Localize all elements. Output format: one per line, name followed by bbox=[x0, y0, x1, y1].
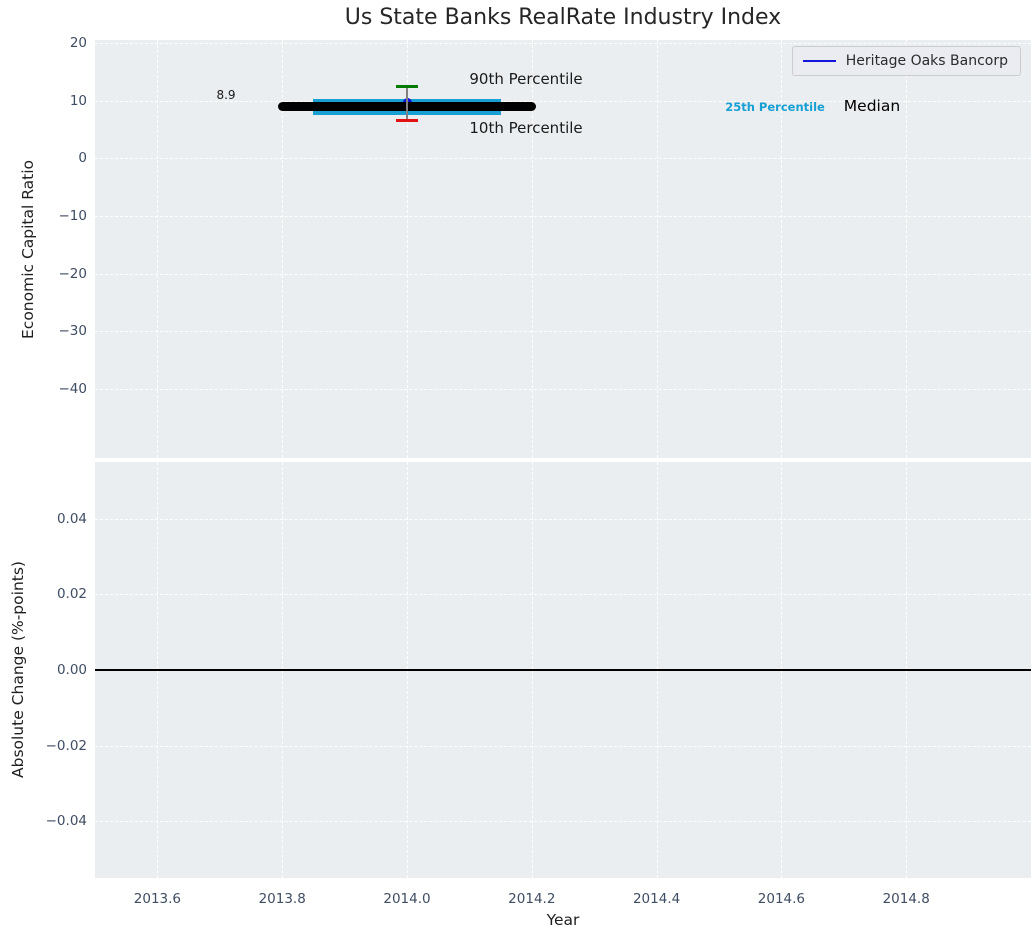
median-text-label: Median bbox=[843, 97, 901, 116]
90th-percentile-label: 90th Percentile bbox=[469, 69, 583, 88]
top-plot-area: 8.9 90th Percentile 10th Percentile 25th Pe… bbox=[95, 40, 1031, 458]
y-gridline bbox=[95, 158, 1031, 160]
y-gridline bbox=[95, 821, 1031, 823]
x-tick-label: 2014.4 bbox=[632, 891, 681, 907]
y-tick-label: 0 bbox=[78, 150, 87, 167]
y-tick-label: 10 bbox=[69, 92, 87, 109]
x-tick-label: 2013.6 bbox=[133, 891, 182, 907]
legend: Heritage Oaks Bancorp bbox=[791, 46, 1021, 76]
y-tick-label: −0.04 bbox=[45, 813, 87, 830]
x-tick-label: 2014.0 bbox=[383, 891, 431, 907]
y-tick-label: 20 bbox=[69, 34, 87, 51]
y-tick-label: −40 bbox=[58, 380, 88, 397]
y-tick-label: −10 bbox=[58, 207, 88, 224]
y-tick-label: −0.02 bbox=[45, 737, 87, 754]
y-gridline bbox=[95, 273, 1031, 275]
percentile-whisker-high-cap bbox=[396, 85, 418, 89]
x-tick-label: 2014.2 bbox=[508, 891, 556, 907]
y-gridline bbox=[95, 215, 1031, 217]
percentile-whisker-low-cap bbox=[396, 118, 418, 122]
25th-percentile-label: 25th Percentile bbox=[725, 99, 825, 114]
legend-line-sample bbox=[802, 59, 836, 63]
x-gridline bbox=[656, 40, 658, 458]
percentile-whisker-stem bbox=[406, 86, 408, 121]
y-gridline bbox=[95, 594, 1031, 596]
y-tick-label: −20 bbox=[58, 265, 88, 282]
x-gridline bbox=[157, 40, 159, 458]
zero-line bbox=[95, 669, 1031, 671]
x-tick-label: 2013.8 bbox=[258, 891, 306, 907]
y-gridline bbox=[95, 388, 1031, 390]
y-gridline bbox=[95, 518, 1031, 520]
bottom-plot-area bbox=[95, 462, 1031, 878]
y-gridline bbox=[95, 745, 1031, 747]
chart-figure: Us State Banks RealRate Industry Index 8… bbox=[0, 0, 1034, 942]
y-gridline bbox=[95, 331, 1031, 333]
chart-title: Us State Banks RealRate Industry Index bbox=[344, 5, 782, 30]
legend-label: Heritage Oaks Bancorp bbox=[845, 53, 1008, 69]
x-axis-label: Year bbox=[546, 911, 580, 929]
y-tick-label: 0.00 bbox=[56, 662, 87, 678]
10th-percentile-label: 10th Percentile bbox=[469, 119, 583, 138]
x-tick-label: 2014.6 bbox=[757, 891, 806, 907]
y-tick-label: −30 bbox=[58, 323, 88, 340]
x-gridline bbox=[906, 40, 908, 458]
y-gridline bbox=[95, 42, 1031, 44]
y-tick-label: 0.04 bbox=[56, 510, 87, 527]
y-tick-label: 0.02 bbox=[56, 586, 87, 603]
median-value-label: 8.9 bbox=[216, 87, 236, 102]
x-tick-label: 2014.8 bbox=[882, 891, 930, 907]
